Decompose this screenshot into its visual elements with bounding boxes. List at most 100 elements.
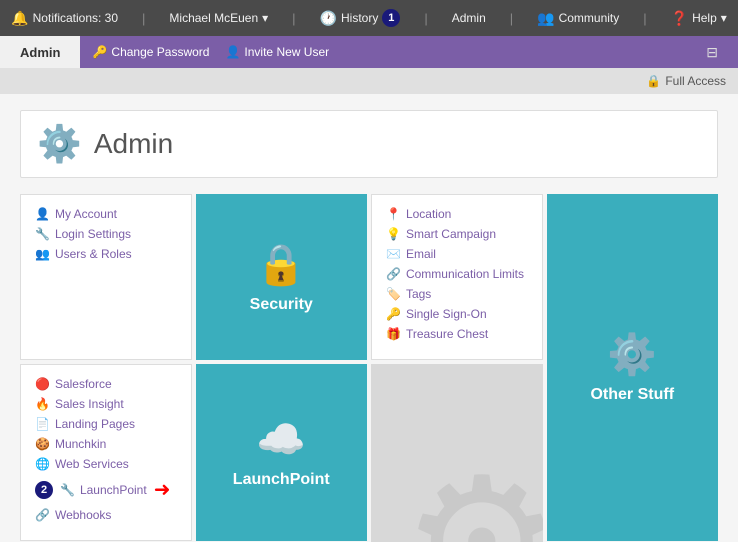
nav-separator-3: | xyxy=(424,11,427,26)
tags-label: Tags xyxy=(406,287,431,301)
grid-cell-account: 👤 My Account 🔧 Login Settings 👥 Users & … xyxy=(20,194,192,360)
launchpoint-arrow-icon: ➜ xyxy=(154,477,171,502)
history-nav-item[interactable]: 🕐 History 1 xyxy=(320,9,401,27)
community-label: Community xyxy=(559,11,620,25)
communication-limits-icon: 🔗 xyxy=(386,267,401,281)
decorative-gear-icon: ⚙ xyxy=(401,454,542,542)
single-sign-on-label: Single Sign-On xyxy=(406,307,487,321)
user-arrow-icon: ▾ xyxy=(262,11,268,25)
users-roles-link[interactable]: 👥 Users & Roles xyxy=(35,247,177,261)
launchpoint-icon: 🔧 xyxy=(60,483,75,497)
tab-bar: Admin 🔑 Change Password 👤 Invite New Use… xyxy=(0,36,738,68)
my-account-icon: 👤 xyxy=(35,207,50,221)
users-roles-icon: 👥 xyxy=(35,247,50,261)
history-label: History xyxy=(341,11,378,25)
grid-cell-gear-decoration: ⚙ xyxy=(371,364,543,542)
access-bar: 🔒 Full Access xyxy=(0,68,738,94)
login-settings-label: Login Settings xyxy=(55,227,131,241)
email-link[interactable]: ✉️ Email xyxy=(386,247,528,261)
top-navigation: 🔔 Notifications: 30 | Michael McEuen ▾ |… xyxy=(0,0,738,36)
email-label: Email xyxy=(406,247,436,261)
smart-campaign-label: Smart Campaign xyxy=(406,227,496,241)
my-account-label: My Account xyxy=(55,207,117,221)
launchpoint-teal-label: LaunchPoint xyxy=(233,471,330,489)
launchpoint-link[interactable]: 2 🔧 LaunchPoint ➜ xyxy=(35,477,177,502)
admin-label: Admin xyxy=(452,11,486,25)
minimize-icon[interactable]: ⊟ xyxy=(706,44,718,61)
location-label: Location xyxy=(406,207,451,221)
web-services-label: Web Services xyxy=(55,457,129,471)
sales-insight-label: Sales Insight xyxy=(55,397,124,411)
tags-link[interactable]: 🏷️ Tags xyxy=(386,287,528,301)
admin-header: ⚙️ Admin xyxy=(20,110,718,178)
treasure-chest-label: Treasure Chest xyxy=(406,327,488,341)
munchkin-link[interactable]: 🍪 Munchkin xyxy=(35,437,177,451)
webhooks-link[interactable]: 🔗 Webhooks xyxy=(35,508,177,522)
invite-user-link[interactable]: 👤 Invite New User xyxy=(225,45,329,59)
landing-pages-icon: 📄 xyxy=(35,417,50,431)
help-nav-item[interactable]: ❓ Help ▾ xyxy=(671,10,727,27)
landing-pages-label: Landing Pages xyxy=(55,417,135,431)
webhooks-icon: 🔗 xyxy=(35,508,50,522)
other-stuff-label: Other Stuff xyxy=(590,386,674,404)
help-arrow-icon: ▾ xyxy=(721,11,727,25)
munchkin-label: Munchkin xyxy=(55,437,106,451)
launchpoint-badge: 2 xyxy=(35,481,53,499)
tags-icon: 🏷️ xyxy=(386,287,401,301)
help-label: Help xyxy=(692,11,717,25)
grid-cell-security[interactable]: 🔒 Security xyxy=(196,194,368,360)
tab-bar-actions: 🔑 Change Password 👤 Invite New User ⊟ xyxy=(80,36,738,68)
admin-tab[interactable]: Admin xyxy=(0,36,80,68)
smart-campaign-link[interactable]: 💡 Smart Campaign xyxy=(386,227,528,241)
admin-nav-item[interactable]: Admin xyxy=(452,11,486,25)
full-access-lock-icon: 🔒 xyxy=(646,74,661,88)
grid-cell-integrations: 📍 Location 💡 Smart Campaign ✉️ Email 🔗 C… xyxy=(371,194,543,360)
treasure-chest-icon: 🎁 xyxy=(386,327,401,341)
smart-campaign-icon: 💡 xyxy=(386,227,401,241)
admin-gear-icon: ⚙️ xyxy=(37,123,82,165)
change-password-link[interactable]: 🔑 Change Password xyxy=(92,45,209,59)
sales-insight-link[interactable]: 🔥 Sales Insight xyxy=(35,397,177,411)
treasure-chest-link[interactable]: 🎁 Treasure Chest xyxy=(386,327,528,341)
sales-insight-icon: 🔥 xyxy=(35,397,50,411)
content-area: ⚙️ Admin 👤 My Account 🔧 Login Settings 👥… xyxy=(0,94,738,542)
salesforce-icon: 🔴 xyxy=(35,377,50,391)
security-lock-icon: 🔒 xyxy=(256,241,306,288)
notifications-nav-item[interactable]: 🔔 Notifications: 30 xyxy=(11,10,118,27)
salesforce-label: Salesforce xyxy=(55,377,112,391)
admin-page-title: Admin xyxy=(94,128,173,160)
nav-separator-1: | xyxy=(142,11,145,26)
change-password-icon: 🔑 xyxy=(92,45,107,59)
history-badge: 1 xyxy=(382,9,400,27)
history-icon: 🕐 xyxy=(320,10,337,27)
email-icon: ✉️ xyxy=(386,247,401,261)
web-services-link[interactable]: 🌐 Web Services xyxy=(35,457,177,471)
other-stuff-icon: ⚙️ xyxy=(607,331,657,378)
grid-cell-launchpoint[interactable]: ☁️ LaunchPoint xyxy=(196,364,368,541)
grid-cell-other-stuff[interactable]: ⚙️ Other Stuff xyxy=(547,194,719,541)
nav-separator-4: | xyxy=(510,11,513,26)
location-icon: 📍 xyxy=(386,207,401,221)
notifications-label: Notifications: 30 xyxy=(33,11,118,25)
salesforce-link[interactable]: 🔴 Salesforce xyxy=(35,377,177,391)
communication-limits-link[interactable]: 🔗 Communication Limits xyxy=(386,267,528,281)
community-icon: 👥 xyxy=(537,10,554,27)
my-account-link[interactable]: 👤 My Account xyxy=(35,207,177,221)
notifications-icon: 🔔 xyxy=(11,10,28,27)
security-label: Security xyxy=(250,296,313,314)
single-sign-on-link[interactable]: 🔑 Single Sign-On xyxy=(386,307,528,321)
change-password-label: Change Password xyxy=(111,45,209,59)
login-settings-icon: 🔧 xyxy=(35,227,50,241)
nav-separator-2: | xyxy=(292,11,295,26)
login-settings-link[interactable]: 🔧 Login Settings xyxy=(35,227,177,241)
sso-icon: 🔑 xyxy=(386,307,401,321)
invite-user-label: Invite New User xyxy=(244,45,329,59)
user-menu[interactable]: Michael McEuen ▾ xyxy=(169,11,268,25)
web-services-icon: 🌐 xyxy=(35,457,50,471)
landing-pages-link[interactable]: 📄 Landing Pages xyxy=(35,417,177,431)
community-nav-item[interactable]: 👥 Community xyxy=(537,10,619,27)
window-controls: ⊟ xyxy=(706,44,726,61)
invite-user-icon: 👤 xyxy=(225,45,240,59)
grid-cell-apps: 🔴 Salesforce 🔥 Sales Insight 📄 Landing P… xyxy=(20,364,192,541)
location-link[interactable]: 📍 Location xyxy=(386,207,528,221)
